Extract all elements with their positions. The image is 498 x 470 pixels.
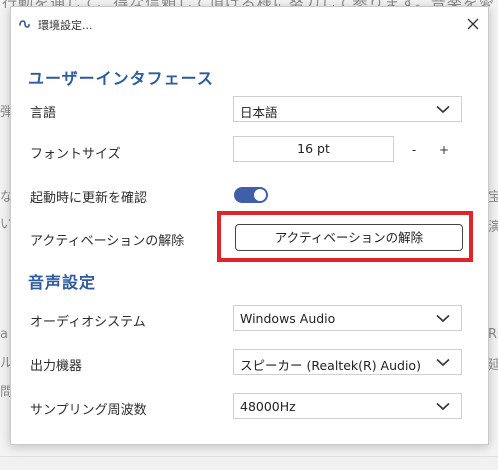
language-select-value: 日本語 (240, 105, 278, 120)
language-label: 言語 (30, 106, 57, 121)
font-size-increment-button[interactable]: + (437, 143, 451, 157)
preferences-dialog: 環境設定... ユーザーインタフェース 言語 日本語 フォントサイズ 16 pt… (10, 6, 489, 445)
font-size-label: フォントサイズ (30, 147, 121, 162)
font-size-input[interactable]: 16 pt (233, 136, 394, 162)
deactivate-button[interactable]: アクティベーションの解除 (235, 224, 463, 251)
section-title-audio: 音声設定 (28, 273, 97, 292)
chevron-down-icon (436, 105, 450, 114)
background-right-fragment: RO (488, 327, 498, 342)
output-device-label: 出力機器 (30, 359, 83, 374)
language-select[interactable]: 日本語 (233, 96, 462, 122)
dialog-titlebar[interactable]: 環境設定... (11, 7, 488, 41)
deactivation-label: アクティベーションの解除 (30, 234, 185, 249)
dialog-title: 環境設定... (38, 19, 93, 32)
font-size-decrement-button[interactable]: - (407, 143, 421, 157)
audio-system-select[interactable]: Windows Audio (233, 305, 462, 331)
background-right-fragment: 延 (488, 358, 498, 373)
sample-rate-select[interactable]: 48000Hz (233, 393, 462, 419)
close-icon[interactable] (463, 14, 483, 34)
app-logo-icon (19, 20, 30, 28)
audio-system-value: Windows Audio (240, 311, 336, 326)
background-right-fragment: 演 (488, 220, 498, 235)
update-check-toggle[interactable] (234, 187, 268, 203)
chevron-down-icon (436, 358, 450, 367)
background-status-strip (0, 456, 498, 470)
background-right-fragment: 宝 (488, 190, 498, 205)
chevron-down-icon (436, 314, 450, 323)
sample-rate-value: 48000Hz (240, 399, 296, 414)
toggle-knob (254, 189, 266, 201)
chevron-down-icon (436, 402, 450, 411)
background-left-fragment: a (0, 327, 8, 342)
output-device-value: スピーカー (Realtek(R) Audio) (240, 358, 421, 373)
audio-system-label: オーディオシステム (30, 315, 146, 330)
section-title-ui: ユーザーインタフェース (28, 69, 214, 88)
output-device-select[interactable]: スピーカー (Realtek(R) Audio) (233, 349, 462, 375)
update-check-label: 起動時に更新を確認 (30, 191, 148, 206)
sample-rate-label: サンプリング周波数 (30, 403, 147, 418)
